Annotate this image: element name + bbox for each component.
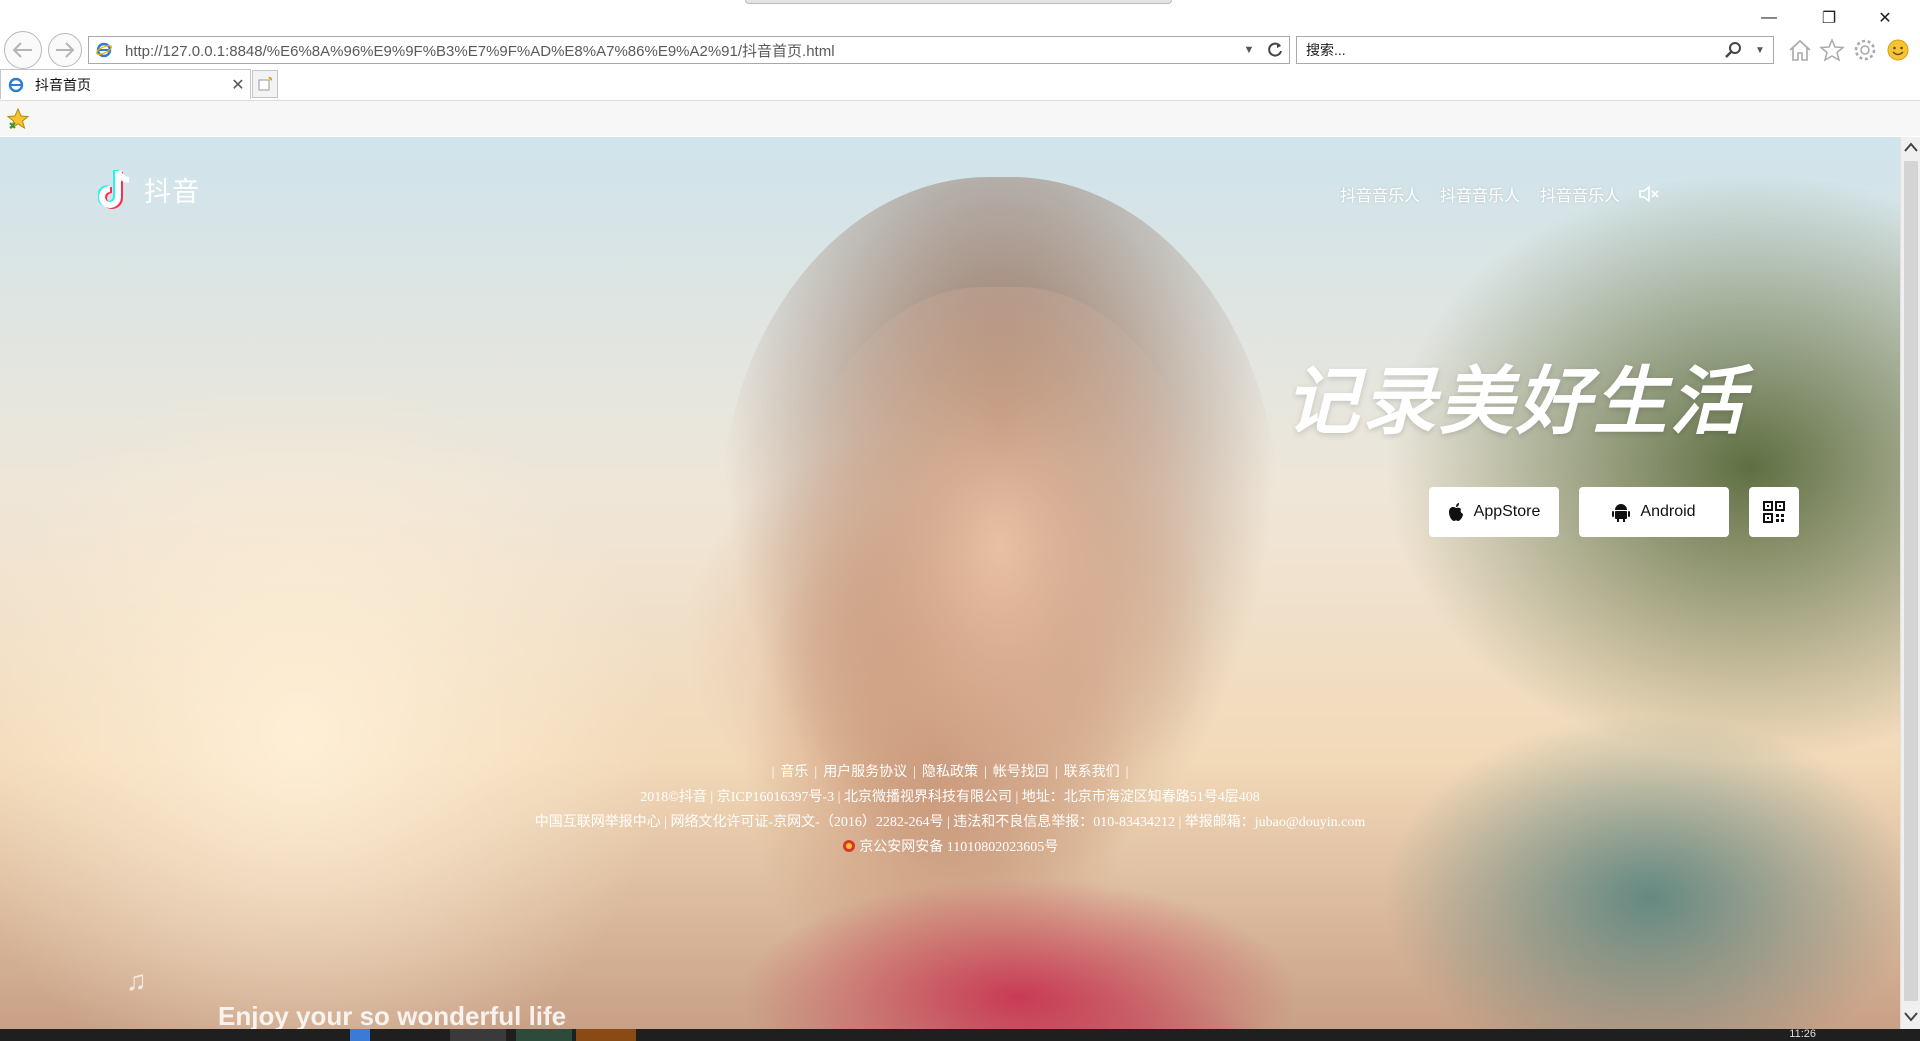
search-bar[interactable]: 搜索... ▼	[1296, 36, 1774, 64]
appstore-download-button[interactable]: AppStore	[1429, 487, 1559, 537]
appstore-label: AppStore	[1473, 503, 1541, 520]
taskbar-app-icon[interactable]	[350, 1029, 370, 1041]
police-record-text[interactable]: 京公安网安备 11010802023605号	[859, 840, 1058, 855]
douyin-logo[interactable]: 抖音	[98, 167, 200, 211]
taskbar-app-icon[interactable]	[516, 1029, 572, 1041]
scroll-down-icon[interactable]	[1901, 1007, 1920, 1027]
refresh-icon[interactable]	[1261, 37, 1289, 63]
footer-license-info: 中国互联网举报中心 | 网络文化许可证-京网文-（2016）2282-264号 …	[534, 815, 1366, 830]
logo-text: 抖音	[144, 176, 200, 207]
close-window-button[interactable]: ✕	[1862, 4, 1908, 32]
address-dropdown-icon[interactable]: ▼	[1237, 44, 1261, 56]
tab-title: 抖音首页	[35, 76, 91, 93]
mute-button[interactable]	[1638, 183, 1660, 205]
search-input[interactable]: 搜索...	[1306, 40, 1721, 60]
taskbar-clock[interactable]: 11:26	[1789, 1028, 1816, 1040]
tab-close-icon[interactable]: ✕	[226, 75, 250, 95]
android-label: Android	[1640, 503, 1696, 520]
close-icon: ✕	[1878, 10, 1892, 27]
footer-link-terms[interactable]: 用户服务协议	[823, 765, 907, 780]
footer-link-music[interactable]: 音乐	[780, 765, 808, 780]
search-dropdown-icon[interactable]: ▼	[1747, 45, 1773, 56]
forward-button[interactable]	[48, 33, 82, 67]
speaker-muted-icon	[1639, 185, 1659, 203]
qr-code-icon	[1763, 501, 1785, 523]
back-button[interactable]	[4, 31, 42, 69]
page-scrollbar[interactable]	[1900, 137, 1920, 1029]
android-download-button[interactable]: Android	[1579, 487, 1729, 537]
address-url[interactable]: http://127.0.0.1:8848/%E6%8A%96%E9%9F%B3…	[125, 40, 1237, 61]
footer-link-contact[interactable]: 联系我们	[1064, 765, 1120, 780]
restore-button[interactable]: ❐	[1806, 4, 1852, 32]
taskbar-app-icon[interactable]	[576, 1029, 636, 1041]
new-tab-icon	[258, 77, 272, 91]
slogan-heading: 记录美好生活	[1285, 360, 1747, 443]
ie-page-icon	[91, 37, 117, 63]
forward-arrow-icon	[56, 42, 75, 58]
police-badge-icon	[842, 840, 855, 852]
search-icon[interactable]	[1721, 41, 1747, 59]
qr-code-button[interactable]	[1749, 487, 1799, 537]
windows-taskbar: 11:26	[0, 1028, 1920, 1041]
back-arrow-icon	[12, 42, 32, 58]
settings-gear-icon[interactable]	[1851, 36, 1879, 64]
add-to-favorites-bar-icon[interactable]	[6, 107, 32, 131]
browser-tab-active[interactable]: 抖音首页 ✕	[0, 69, 251, 99]
douyin-note-icon	[98, 170, 130, 209]
new-tab-button[interactable]	[252, 70, 278, 98]
address-bar[interactable]: http://127.0.0.1:8848/%E6%8A%96%E9%9F%B3…	[88, 36, 1290, 64]
home-icon[interactable]	[1786, 36, 1814, 64]
footer-link-account-recovery[interactable]: 帐号找回	[993, 765, 1049, 780]
feedback-smiley-icon[interactable]	[1884, 36, 1912, 64]
browser-chrome: — ❐ ✕ http://127.0.0.1:8848/%E6%8A%96%E9…	[0, 0, 1920, 136]
background-video-shirt	[740, 877, 1300, 1029]
favorites-bar	[0, 100, 1920, 136]
nav-link-musician-1[interactable]: 抖音音乐人	[1340, 182, 1420, 206]
restore-icon: ❐	[1821, 10, 1837, 27]
footer-company-info: 2018©抖音 | 京ICP16016397号-3 | 北京微播视界科技有限公司…	[640, 790, 1260, 805]
douyin-homepage: 抖音 抖音音乐人 抖音音乐人 抖音音乐人 记录美好生活 AppStore And…	[0, 137, 1900, 1029]
minimize-icon: —	[1761, 9, 1777, 26]
nav-link-musician-3[interactable]: 抖音音乐人	[1540, 182, 1620, 206]
android-icon	[1612, 504, 1631, 522]
nav-link-musician-2[interactable]: 抖音音乐人	[1440, 182, 1520, 206]
top-nav: 抖音音乐人 抖音音乐人 抖音音乐人	[1320, 182, 1660, 206]
footer-links: | 音乐 | 用户服务协议 | 隐私政策 | 帐号找回 | 联系我们 |	[771, 765, 1129, 780]
minimize-button[interactable]: —	[1746, 4, 1792, 32]
favorites-star-icon[interactable]	[1818, 36, 1846, 64]
taskbar-app-icon[interactable]	[450, 1029, 506, 1041]
window-drag-handle[interactable]	[745, 0, 1172, 4]
bottom-tagline: Enjoy your so wonderful life	[218, 1001, 567, 1029]
footer-police-record: 京公安网安备 11010802023605号	[0, 836, 1900, 856]
footer-link-privacy[interactable]: 隐私政策	[922, 765, 978, 780]
scroll-up-icon[interactable]	[1901, 137, 1920, 157]
tab-favicon-icon	[7, 76, 25, 94]
apple-icon	[1448, 503, 1463, 521]
scroll-thumb[interactable]	[1904, 161, 1918, 1001]
music-note-icon: ♫	[126, 965, 147, 996]
